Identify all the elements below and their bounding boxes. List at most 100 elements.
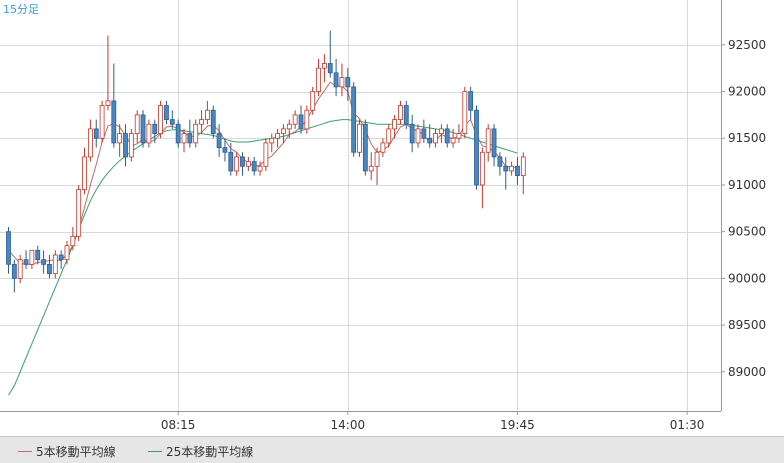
candle-body [164,105,169,120]
candle-body [497,156,503,167]
candle-body [409,123,415,144]
candle-body [509,165,515,172]
legend-item-ma5: 5本移動平均線 [18,443,116,460]
candle-body [281,128,286,134]
candle-body [245,161,251,167]
candle-body [11,263,17,279]
candle-body [117,133,123,144]
ma25-swatch [148,451,162,452]
candle-body [362,123,368,172]
candle-body [111,100,117,144]
candle-body [88,128,93,158]
candle-body [222,147,228,153]
candle-body [152,123,158,134]
candle-body [23,259,29,265]
candle-body [380,142,386,153]
y-tick-label: 89500 [728,318,766,332]
candle-body [374,151,380,167]
y-tick-label: 90000 [728,271,766,285]
ma25-label: 25本移動平均線 [166,445,254,459]
candle-body [35,249,41,261]
x-tick-label: 01:30 [670,418,705,432]
candle-body [310,91,316,111]
candle-body [82,156,87,191]
y-tick-label: 92000 [728,85,766,99]
candle [210,105,216,139]
candle-body [158,105,164,134]
candle-body [210,109,216,134]
candle-body [485,128,491,153]
candle-body [275,133,281,139]
candle-body [181,133,187,144]
x-tick-label: 08:15 [161,418,196,432]
candle-body [368,165,374,172]
candle-body [479,151,485,186]
candle-body [468,91,474,111]
timeframe-label: 15分足 [3,3,39,16]
candle-body [263,142,269,167]
candle-body [123,133,128,158]
y-tick-label: 91500 [728,131,766,145]
candle [462,86,468,139]
candle-body [339,77,345,88]
candle [357,119,362,157]
candle-body [257,165,263,172]
candle-body [199,119,204,125]
candle-body [58,254,64,261]
candle [99,100,105,143]
candle-body [398,105,403,120]
candle-body [93,128,99,139]
candle-body [193,123,199,144]
candle-body [298,114,304,130]
candle-body [216,133,222,148]
candle-body [76,189,82,237]
candle-body [386,128,392,144]
candle-body [269,137,275,144]
candle-body [251,161,257,172]
candle-body [421,128,427,139]
candle-body [333,72,339,88]
ma5-label: 5本移動平均線 [36,445,116,459]
candle-body [392,119,398,130]
candle-body [491,128,497,158]
candle-body [321,63,327,69]
candle-body [105,100,111,106]
candle-body [128,133,134,158]
candle-body [169,119,175,125]
candle [158,100,164,139]
candle-body [204,109,210,120]
candle [351,82,357,157]
y-tick-label: 91000 [728,178,766,192]
candle-body [70,235,76,247]
legend: 5本移動平均線 25本移動平均線 [0,436,784,463]
candle-body [17,259,23,279]
x-axis: 08:15 14:00 19:45 01:30 [0,411,721,432]
price-chart: 89000 89500 90000 90500 91000 91500 92000 92500… [0,0,766,432]
candle-body [41,259,46,265]
candle-body [357,123,362,153]
candle-body [6,231,11,265]
candle-body [316,67,321,92]
candle-body [52,254,58,275]
candle-body [64,245,70,261]
y-tick-label: 89000 [728,365,766,379]
candle-body [29,249,35,265]
candle-body [456,133,462,139]
candle [128,128,134,162]
candle-body [433,133,438,144]
candle-body [515,165,520,177]
y-axis: 89000 89500 90000 90500 91000 91500 92000 92500 [721,0,766,411]
candle-body [175,123,181,144]
candle-body [234,156,240,172]
y-tick-label: 90500 [728,225,766,239]
candle-body [438,128,444,134]
candle [140,110,146,148]
candle-body [47,263,52,275]
candle [362,119,368,176]
candle-body [292,114,298,125]
candle [76,184,82,241]
candle-body [140,114,146,144]
candle-body [99,105,105,139]
candle-body [403,105,409,125]
candle-body [228,151,234,172]
